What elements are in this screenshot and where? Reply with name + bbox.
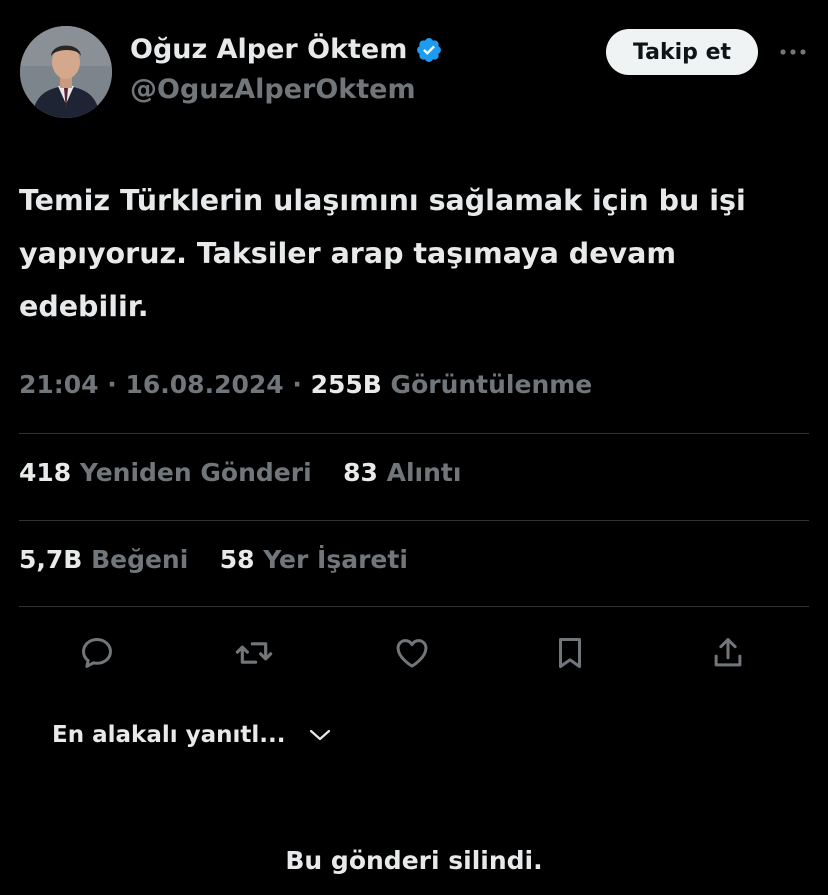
like-button[interactable] (387, 628, 437, 678)
reposts-count: 418 (19, 458, 72, 487)
avatar[interactable] (20, 26, 112, 118)
reply-sort-dropdown[interactable]: En alakalı yanıtl... (52, 722, 331, 748)
tweet-line: Temiz Türklerin ulaşımını sağlamak için … (19, 184, 746, 217)
likes-stat[interactable]: 5,7B Beğeni (19, 545, 188, 574)
quotes-count: 83 (343, 458, 378, 487)
reply-sort-label: En alakalı yanıtl... (52, 722, 286, 748)
likes-label: Beğeni (91, 545, 189, 574)
reposts-stat[interactable]: 418 Yeniden Gönderi (19, 458, 312, 487)
avatar-photo (20, 26, 112, 118)
reply-button[interactable] (72, 628, 122, 678)
divider (19, 433, 809, 434)
bookmark-button[interactable] (545, 628, 595, 678)
views-count: 255B (310, 370, 382, 399)
tweet-line: edebilir. (19, 290, 149, 323)
deleted-notice: Bu gönderi silindi. (285, 846, 543, 875)
author-handle[interactable]: @OguzAlperOktem (130, 74, 416, 105)
action-bar (0, 628, 828, 678)
heart-icon (396, 639, 428, 668)
meta-separator: · (292, 370, 311, 399)
bookmarks-count: 58 (219, 545, 255, 574)
tweet-line: yapıyoruz. Taksiler arap taşımaya devam (19, 237, 677, 270)
share-icon (714, 638, 742, 667)
bookmarks-stat[interactable]: 58 Yer İşareti (220, 545, 408, 574)
repost-icon (235, 642, 273, 664)
chevron-down-icon (310, 729, 331, 741)
share-button[interactable] (703, 628, 753, 678)
tweet-text: Temiz Türklerin ulaşımını sağlamak için … (19, 174, 819, 333)
tweet-date[interactable]: 16.08.2024 (126, 370, 284, 399)
bookmarks-label: Yer İşareti (263, 545, 408, 574)
divider (19, 606, 809, 607)
divider (19, 520, 809, 521)
bookmark-icon (558, 638, 582, 668)
tweet-meta: 21:04 · 16.08.2024 · 255B Görüntülenme (19, 370, 592, 399)
ellipsis-icon (780, 49, 806, 55)
follow-button[interactable]: Takip et (606, 29, 758, 75)
author-name-text: Oğuz Alper Öktem (130, 34, 408, 65)
more-options-icon[interactable] (776, 38, 810, 66)
verified-badge-icon (417, 37, 442, 62)
repost-button[interactable] (229, 628, 279, 678)
reply-icon (82, 638, 112, 668)
quotes-stat[interactable]: 83 Alıntı (343, 458, 461, 487)
likes-count: 5,7B (19, 545, 83, 574)
repost-stats-row: 418 Yeniden Gönderi 83 Alıntı (19, 458, 461, 487)
tweet-time[interactable]: 21:04 (19, 370, 99, 399)
like-stats-row: 5,7B Beğeni 58 Yer İşareti (19, 545, 408, 574)
quotes-label: Alıntı (386, 458, 462, 487)
reposts-label: Yeniden Gönderi (79, 458, 312, 487)
views-label: Görüntülenme (390, 370, 593, 399)
author-name[interactable]: Oğuz Alper Öktem (130, 34, 443, 65)
meta-separator: · (107, 370, 126, 399)
